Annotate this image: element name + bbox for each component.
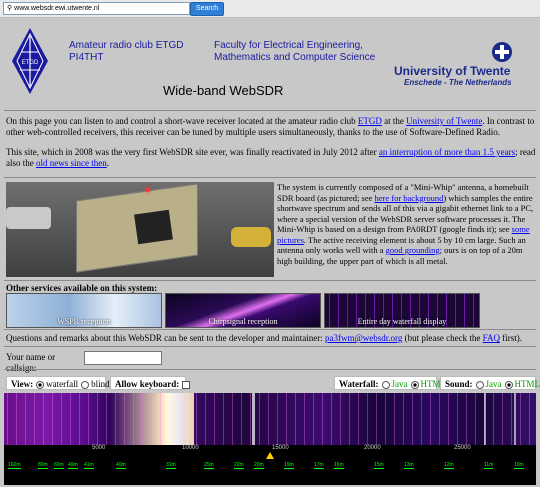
band-label[interactable]: 60m — [54, 462, 64, 469]
band-label[interactable]: 13m — [404, 462, 414, 469]
faq-link[interactable]: FAQ — [483, 333, 500, 343]
browser-toolbar: ⚲ www.websdr.ewi.utwente.nl Search — [0, 0, 540, 18]
band-row: 160m 80m 60m 49m 41m 40m 31m 25m 22m 20m… — [4, 460, 536, 472]
band-label[interactable]: 11m — [484, 462, 494, 469]
scale-tick: 20000 — [364, 445, 381, 451]
history-paragraph: This site, which in 2008 was the very fi… — [6, 147, 536, 168]
band-label[interactable]: 15m — [374, 462, 384, 469]
url-text: www.websdr.ewi.utwente.nl — [14, 5, 100, 12]
interruption-link[interactable]: an interruption of more than 1.5 years — [379, 147, 515, 157]
scale-tick: 10000 — [182, 445, 199, 451]
sound-mode-control: Sound:JavaHTML5 — [440, 376, 540, 390]
band-label[interactable]: 12m — [444, 462, 454, 469]
chirp-label: Chirpsignal reception — [208, 317, 278, 326]
search-icon: ⚲ — [7, 5, 13, 12]
utwente-link[interactable]: University of Twente — [406, 116, 482, 126]
view-waterfall-radio[interactable] — [36, 380, 45, 389]
divider — [4, 110, 536, 111]
contact-paragraph: Questions and remarks about this WebSDR … — [6, 333, 522, 343]
callsign-label: Your name or callsign: — [6, 352, 56, 373]
background-link[interactable]: here for background — [375, 193, 444, 203]
band-label[interactable]: 80m — [38, 462, 48, 469]
divider — [4, 177, 536, 178]
waterfall-java-radio[interactable] — [381, 380, 390, 389]
view-blind-radio[interactable] — [81, 380, 90, 389]
sound-java-radio[interactable] — [475, 380, 484, 389]
divider — [4, 369, 536, 370]
divider — [4, 280, 536, 281]
day-waterfall-label: Entire day waterfall display — [357, 317, 447, 326]
day-waterfall-thumbnail[interactable]: Entire day waterfall display — [324, 293, 480, 328]
tuning-marker[interactable] — [266, 452, 274, 459]
scale-tick: 5000 — [92, 445, 106, 451]
system-description: The system is currently composed of a "M… — [277, 182, 534, 266]
divider — [4, 346, 536, 347]
scale-tick: 15000 — [272, 445, 289, 451]
band-label[interactable]: 22m — [234, 462, 244, 469]
old-news-link[interactable]: old news since then — [36, 158, 107, 168]
band-label[interactable]: 49m — [68, 462, 78, 469]
email-link[interactable]: pa3fwm@websdr.org — [325, 333, 402, 343]
faculty-name: Faculty for Electrical Engineering, Math… — [214, 40, 376, 63]
services-title: Other services available on this system: — [6, 283, 158, 293]
band-label[interactable]: 41m — [84, 462, 94, 469]
address-bar[interactable]: ⚲ www.websdr.ewi.utwente.nl — [3, 2, 190, 15]
grounding-link[interactable]: good grounding — [386, 245, 440, 255]
band-label[interactable]: 40m — [116, 462, 126, 469]
university-emblem-icon — [492, 42, 512, 62]
waterfall-html5-radio[interactable] — [410, 380, 419, 389]
band-label[interactable]: 25m — [204, 462, 214, 469]
etgd-logo: ETGD — [12, 28, 48, 94]
sound-html5-radio[interactable] — [504, 380, 513, 389]
wspr-label: WSPR reception — [57, 317, 111, 326]
band-label[interactable]: 10m — [514, 462, 524, 469]
band-label[interactable]: 31m — [166, 462, 176, 469]
band-label[interactable]: 20m — [254, 462, 264, 469]
band-label[interactable]: 16m — [334, 462, 344, 469]
wspr-thumbnail[interactable]: WSPR reception — [6, 293, 162, 328]
club-name: Amateur radio club ETGD PI4THT — [69, 40, 184, 63]
callsign-input[interactable] — [84, 351, 162, 365]
band-label[interactable]: 19m — [284, 462, 294, 469]
view-control: View: waterfall blind — [6, 376, 110, 390]
waterfall-display[interactable] — [4, 393, 536, 445]
search-button[interactable]: Search — [190, 2, 224, 16]
chirp-thumbnail[interactable]: Chirpsignal reception — [165, 293, 321, 328]
logo-text: ETGD — [22, 60, 39, 66]
sdr-board-photo — [6, 182, 274, 277]
scale-tick: 25000 — [454, 445, 471, 451]
divider — [4, 329, 536, 330]
etgd-link[interactable]: ETGD — [358, 116, 382, 126]
waterfall-mode-control: Waterfall: Java HTML5 — [334, 376, 451, 390]
page-title: Wide-band WebSDR — [163, 83, 284, 98]
band-label[interactable]: 160m — [8, 462, 21, 469]
frequency-scale[interactable]: 5000 10000 15000 20000 25000 160m 80m 60… — [4, 445, 536, 485]
university-name: University of Twente — [394, 64, 511, 78]
allow-keyboard-checkbox[interactable] — [182, 380, 191, 389]
keyboard-control: Allow keyboard: — [110, 376, 191, 390]
intro-paragraph: On this page you can listen to and contr… — [6, 116, 535, 137]
university-location: Enschede - The Netherlands — [404, 78, 512, 87]
band-label[interactable]: 17m — [314, 462, 324, 469]
